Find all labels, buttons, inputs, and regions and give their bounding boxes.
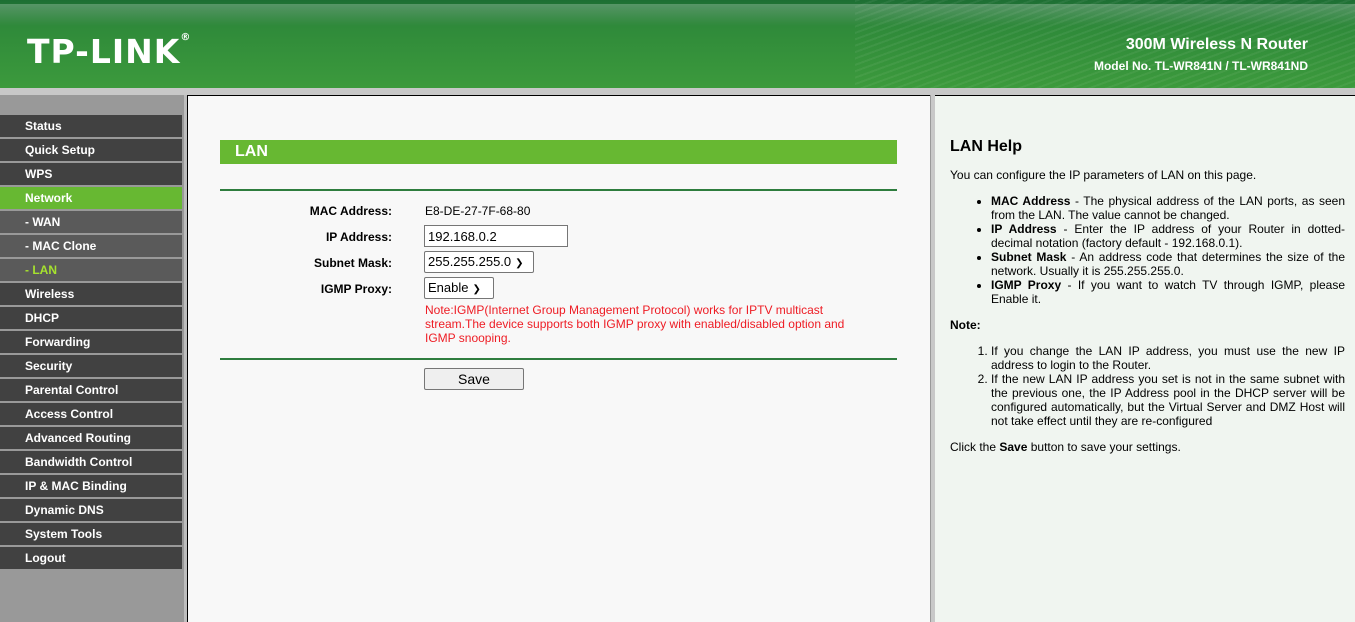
sidebar-item-advanced-routing[interactable]: Advanced Routing	[0, 427, 182, 449]
igmp-proxy-label: IGMP Proxy:	[320, 282, 392, 296]
help-intro: You can configure the IP parameters of L…	[950, 168, 1257, 182]
help-panel: LAN Help You can configure the IP parame…	[935, 95, 1355, 622]
help-note-title: Note:	[950, 318, 981, 332]
header-banner: TP-LINK® 300M Wireless N Router Model No…	[0, 0, 1355, 88]
sidebar-item-mac-clone[interactable]: - MAC Clone	[0, 235, 182, 257]
ip-label: IP Address:	[325, 230, 392, 244]
model-number: Model No. TL-WR841N / TL-WR841ND	[1093, 59, 1308, 73]
sidebar-item-dhcp[interactable]: DHCP	[0, 307, 182, 329]
help-save-instruction: Click the Save button to save your setti…	[950, 440, 1181, 454]
chevron-down-icon: ❯	[515, 258, 524, 269]
sidebar-item-access-control[interactable]: Access Control	[0, 403, 182, 425]
mac-value: E8-DE-27-7F-68-80	[425, 204, 531, 218]
ip-address-input[interactable]	[424, 225, 568, 247]
product-name: 300M Wireless N Router	[1125, 36, 1308, 53]
divider	[220, 358, 897, 360]
sidebar-item-quick-setup[interactable]: Quick Setup	[0, 139, 182, 161]
help-item: Subnet Mask - An address code that deter…	[991, 250, 1345, 278]
igmp-note: Note:IGMP(Internet Group Management Prot…	[425, 303, 845, 345]
subnet-mask-select[interactable]: 255.255.255.0 ❯	[424, 251, 534, 273]
sidebar-item-ip-mac-binding[interactable]: IP & MAC Binding	[0, 475, 182, 497]
sidebar-item-logout[interactable]: Logout	[0, 547, 182, 569]
tp-link-logo: TP-LINK®	[27, 32, 192, 71]
sidebar-item-system-tools[interactable]: System Tools	[0, 523, 182, 545]
igmp-proxy-select[interactable]: Enable ❯	[424, 277, 494, 299]
sidebar-item-forwarding[interactable]: Forwarding	[0, 331, 182, 353]
sidebar-item-security[interactable]: Security	[0, 355, 182, 377]
subnet-mask-label: Subnet Mask:	[313, 256, 392, 270]
subnet-mask-value: 255.255.255.0	[428, 254, 512, 269]
mac-label: MAC Address:	[309, 204, 392, 218]
help-title: LAN Help	[950, 138, 1022, 155]
sidebar-item-network[interactable]: Network	[0, 187, 182, 209]
page-title: LAN	[220, 140, 897, 164]
help-item: IP Address - Enter the IP address of you…	[991, 222, 1345, 250]
help-item: IGMP Proxy - If you want to watch TV thr…	[991, 278, 1345, 306]
sidebar-item-dynamic-dns[interactable]: Dynamic DNS	[0, 499, 182, 521]
save-button[interactable]: Save	[424, 368, 524, 390]
header-divider	[0, 88, 1355, 95]
sidebar: Status Quick Setup WPS Network - WAN - MAC Cl…	[0, 95, 184, 622]
help-note-item: If the new LAN IP address you set is not…	[991, 372, 1345, 428]
help-note-item: If you change the LAN IP address, you mu…	[991, 344, 1345, 372]
main-panel: LAN MAC Address: E8-DE-27-7F-68-80 IP Ad…	[187, 95, 931, 622]
sidebar-item-lan[interactable]: - LAN	[0, 259, 182, 281]
divider	[220, 189, 897, 191]
sidebar-item-status[interactable]: Status	[0, 115, 182, 137]
igmp-proxy-value: Enable	[428, 280, 469, 295]
sidebar-item-wan[interactable]: - WAN	[0, 211, 182, 233]
sidebar-item-parental-control[interactable]: Parental Control	[0, 379, 182, 401]
sidebar-item-wireless[interactable]: Wireless	[0, 283, 182, 305]
chevron-down-icon: ❯	[472, 284, 481, 295]
sidebar-item-wps[interactable]: WPS	[0, 163, 182, 185]
sidebar-item-bandwidth-control[interactable]: Bandwidth Control	[0, 451, 182, 473]
help-item: MAC Address - The physical address of th…	[991, 194, 1345, 222]
